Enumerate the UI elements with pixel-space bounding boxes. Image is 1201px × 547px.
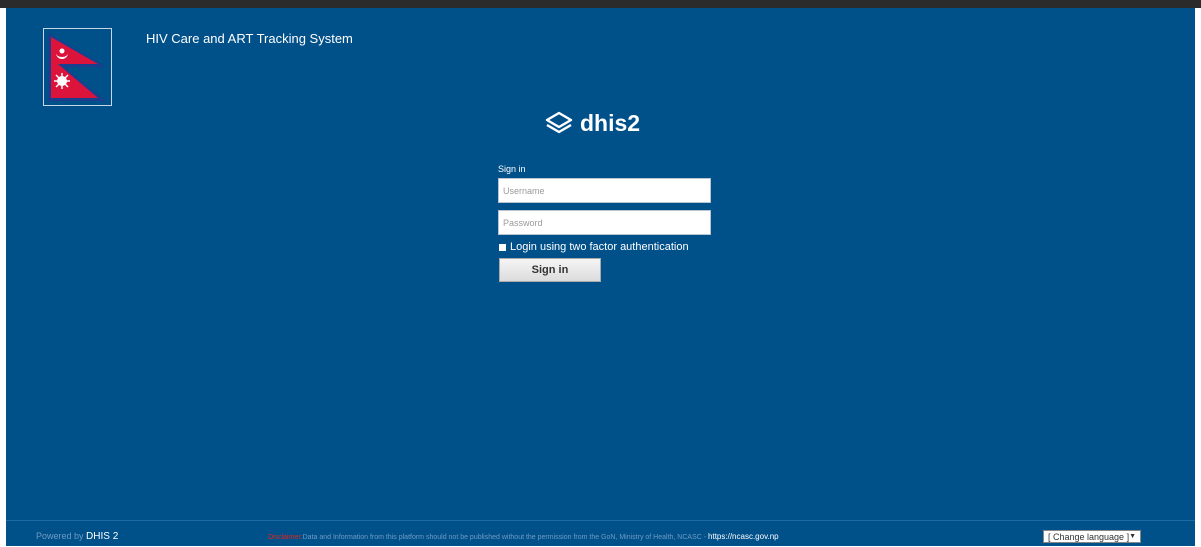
dhis2-logo-text: dhis2 xyxy=(580,109,641,136)
disclaimer: Disclaimer:Data and Information from thi… xyxy=(268,532,779,541)
chevron-down-icon: ▼ xyxy=(1129,533,1136,540)
footer: Powered by DHIS 2 Disclaimer:Data and In… xyxy=(6,520,1195,547)
twofa-label: Login using two factor authentication xyxy=(510,241,689,253)
powered-by: Powered by DHIS 2 xyxy=(36,531,118,542)
dhis2-logo-icon xyxy=(545,111,573,134)
twofa-option[interactable]: Login using two factor authentication xyxy=(499,241,689,253)
signin-heading: Sign in xyxy=(498,164,526,174)
nepal-flag-icon xyxy=(48,33,106,101)
disclaimer-text: Data and Information from this platform … xyxy=(302,534,709,541)
twofa-checkbox[interactable] xyxy=(499,243,506,251)
language-select[interactable]: [ Change language ] ▼ xyxy=(1043,530,1141,543)
login-page: HIV Care and ART Tracking System dhis2 S… xyxy=(6,8,1195,546)
password-input[interactable] xyxy=(498,210,711,235)
disclaimer-label: Disclaimer: xyxy=(268,534,303,541)
powered-by-prefix: Powered by xyxy=(36,531,84,541)
nepal-flag-logo xyxy=(43,28,112,106)
ncasc-link[interactable]: https://ncasc.gov.np xyxy=(708,532,779,541)
dhis2-link[interactable]: DHIS 2 xyxy=(86,531,118,542)
dhis2-logo: dhis2 xyxy=(544,108,640,138)
username-input[interactable] xyxy=(498,178,711,203)
signin-button[interactable]: Sign in xyxy=(499,258,601,282)
language-select-label: [ Change language ] xyxy=(1048,531,1130,542)
app-title: HIV Care and ART Tracking System xyxy=(146,31,353,46)
top-bar xyxy=(0,0,1201,8)
